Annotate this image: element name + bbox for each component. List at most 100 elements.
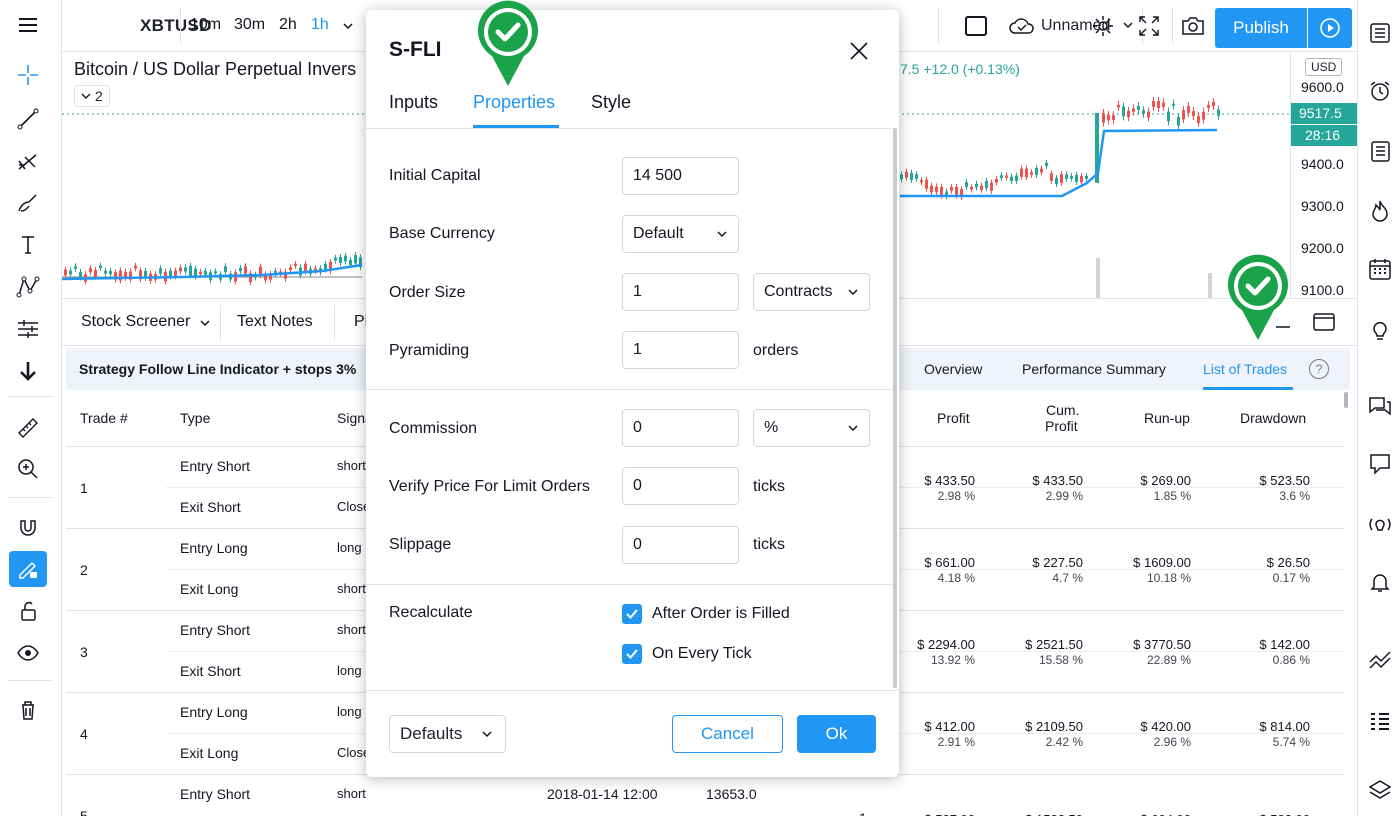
candle [1020, 168, 1023, 177]
hotlists-icon[interactable] [1363, 194, 1397, 228]
candle [1187, 105, 1190, 113]
pyramiding-input[interactable]: 1 [622, 331, 739, 369]
order-size-input[interactable]: 1 [622, 273, 739, 311]
tab-properties[interactable]: Properties [473, 92, 555, 113]
maximize-icon[interactable] [1312, 311, 1336, 333]
col-type[interactable]: Type [180, 410, 210, 426]
commission-input[interactable]: 0 [622, 409, 739, 447]
col-cum-profit-line1[interactable]: Cum. [1046, 402, 1079, 418]
verify-price-input[interactable]: 0 [622, 467, 739, 505]
notification-bell-icon[interactable] [1363, 565, 1397, 599]
calendar-icon[interactable] [1363, 252, 1397, 286]
initial-capital-input[interactable]: 14 500 [622, 157, 739, 195]
on-every-tick-checkbox[interactable] [622, 644, 642, 664]
watchlist-icon[interactable] [1363, 16, 1397, 50]
slippage-input[interactable]: 0 [622, 526, 739, 564]
layers-icon[interactable] [1363, 773, 1397, 807]
order-size-unit-select[interactable]: Contracts [753, 273, 870, 311]
fullscreen-icon[interactable] [1135, 12, 1163, 40]
data-window-icon[interactable] [1363, 134, 1397, 168]
tab-list-of-trades[interactable]: List of Trades [1203, 361, 1287, 377]
base-currency-select[interactable]: Default [622, 215, 739, 253]
dom-icon[interactable] [1363, 704, 1397, 738]
tab-stock-screener[interactable]: Stock Screener [81, 313, 190, 331]
publish-button[interactable]: Publish [1215, 8, 1307, 48]
defaults-dropdown-button[interactable]: Defaults [389, 715, 506, 753]
help-icon[interactable]: ? [1309, 359, 1329, 379]
tab-style[interactable]: Style [591, 92, 631, 113]
candle [184, 267, 187, 272]
brush-icon[interactable] [9, 185, 47, 221]
ideas-lightbulb-icon[interactable] [1363, 313, 1397, 347]
select-layout-icon[interactable] [965, 16, 987, 36]
price-axis[interactable]: USD 9600.0 9517.5 28:16 9400.0 9300.0 92… [1290, 53, 1357, 298]
toolbar-divider [1172, 8, 1173, 44]
strategy-properties-dialog: S-FLI Inputs Properties Style Initial Ca… [366, 10, 899, 777]
cancel-button[interactable]: Cancel [672, 715, 783, 753]
magnet-icon[interactable] [9, 509, 47, 545]
after-order-filled-checkbox[interactable] [622, 604, 642, 624]
stay-in-drawing-mode-icon[interactable] [9, 551, 47, 587]
chevron-down-icon[interactable] [342, 21, 354, 31]
pattern-icon[interactable] [9, 269, 47, 305]
tab-overview[interactable]: Overview [924, 361, 982, 377]
chat-icon[interactable] [1363, 447, 1397, 481]
col-profit[interactable]: Profit [937, 410, 970, 426]
indicator-count: 2 [95, 88, 103, 104]
trade-signal: long [337, 663, 362, 678]
trade-cum: $ 227.50 [1032, 555, 1083, 570]
chevron-down-icon[interactable] [1122, 20, 1134, 30]
trade-dd-percent: 0.86 % [1272, 653, 1310, 667]
candle [354, 255, 357, 264]
tab-inputs[interactable]: Inputs [389, 92, 438, 113]
chevron-down-icon[interactable] [199, 318, 211, 328]
col-runup[interactable]: Run-up [1144, 410, 1190, 426]
checkmark-icon [626, 649, 638, 659]
col-cum-profit-line2[interactable]: Profit [1045, 418, 1078, 434]
play-icon[interactable] [1308, 8, 1352, 48]
tab-text-notes[interactable]: Text Notes [237, 313, 313, 331]
arrow-down-icon[interactable] [9, 353, 47, 389]
candle [935, 186, 938, 193]
col-trade-number[interactable]: Trade # [80, 410, 128, 426]
currency-badge[interactable]: USD [1305, 58, 1343, 76]
trend-line-icon[interactable] [9, 101, 47, 137]
streams-icon[interactable] [1363, 507, 1397, 541]
text-tool-icon[interactable] [9, 227, 47, 263]
candle [304, 263, 307, 272]
close-icon[interactable] [848, 40, 870, 62]
order-panel-icon[interactable] [1363, 643, 1397, 677]
cloud-save-icon[interactable] [1007, 14, 1037, 38]
eye-icon[interactable] [9, 635, 47, 671]
zoom-in-icon[interactable] [9, 451, 47, 487]
checkmark-icon [626, 609, 638, 619]
pyramiding-unit: orders [753, 342, 799, 359]
base-currency-label: Base Currency [389, 225, 495, 242]
lock-icon[interactable] [9, 593, 47, 629]
trash-icon[interactable] [9, 692, 47, 728]
gear-icon[interactable] [1089, 12, 1117, 40]
interval-30m[interactable]: 30m [234, 16, 265, 34]
collapse-indicators-button[interactable]: 2 [74, 85, 110, 107]
after-order-filled-label[interactable]: After Order is Filled [652, 605, 790, 623]
divider [366, 389, 894, 390]
col-drawdown[interactable]: Drawdown [1240, 410, 1306, 426]
trade-dd: $ 523.50 [1259, 473, 1310, 488]
commission-unit-select[interactable]: % [753, 409, 870, 447]
on-every-tick-label[interactable]: On Every Tick [652, 645, 752, 663]
table-scrollbar[interactable] [1344, 392, 1348, 408]
candle [1010, 176, 1013, 182]
fib-retracement-icon[interactable] [9, 143, 47, 179]
interval-2h[interactable]: 2h [279, 16, 297, 34]
interval-10m[interactable]: 10m [190, 16, 221, 34]
interval-1h[interactable]: 1h [311, 16, 329, 34]
crosshair-icon[interactable] [9, 57, 47, 93]
ok-button[interactable]: Ok [797, 715, 876, 753]
chats-icon[interactable] [1363, 389, 1397, 423]
alarm-clock-icon[interactable] [1363, 74, 1397, 108]
tab-performance-summary[interactable]: Performance Summary [1022, 361, 1166, 377]
ruler-icon[interactable] [9, 410, 47, 446]
dialog-scrollbar[interactable] [893, 128, 897, 688]
camera-icon[interactable] [1179, 12, 1207, 40]
prediction-tool-icon[interactable] [9, 311, 47, 347]
